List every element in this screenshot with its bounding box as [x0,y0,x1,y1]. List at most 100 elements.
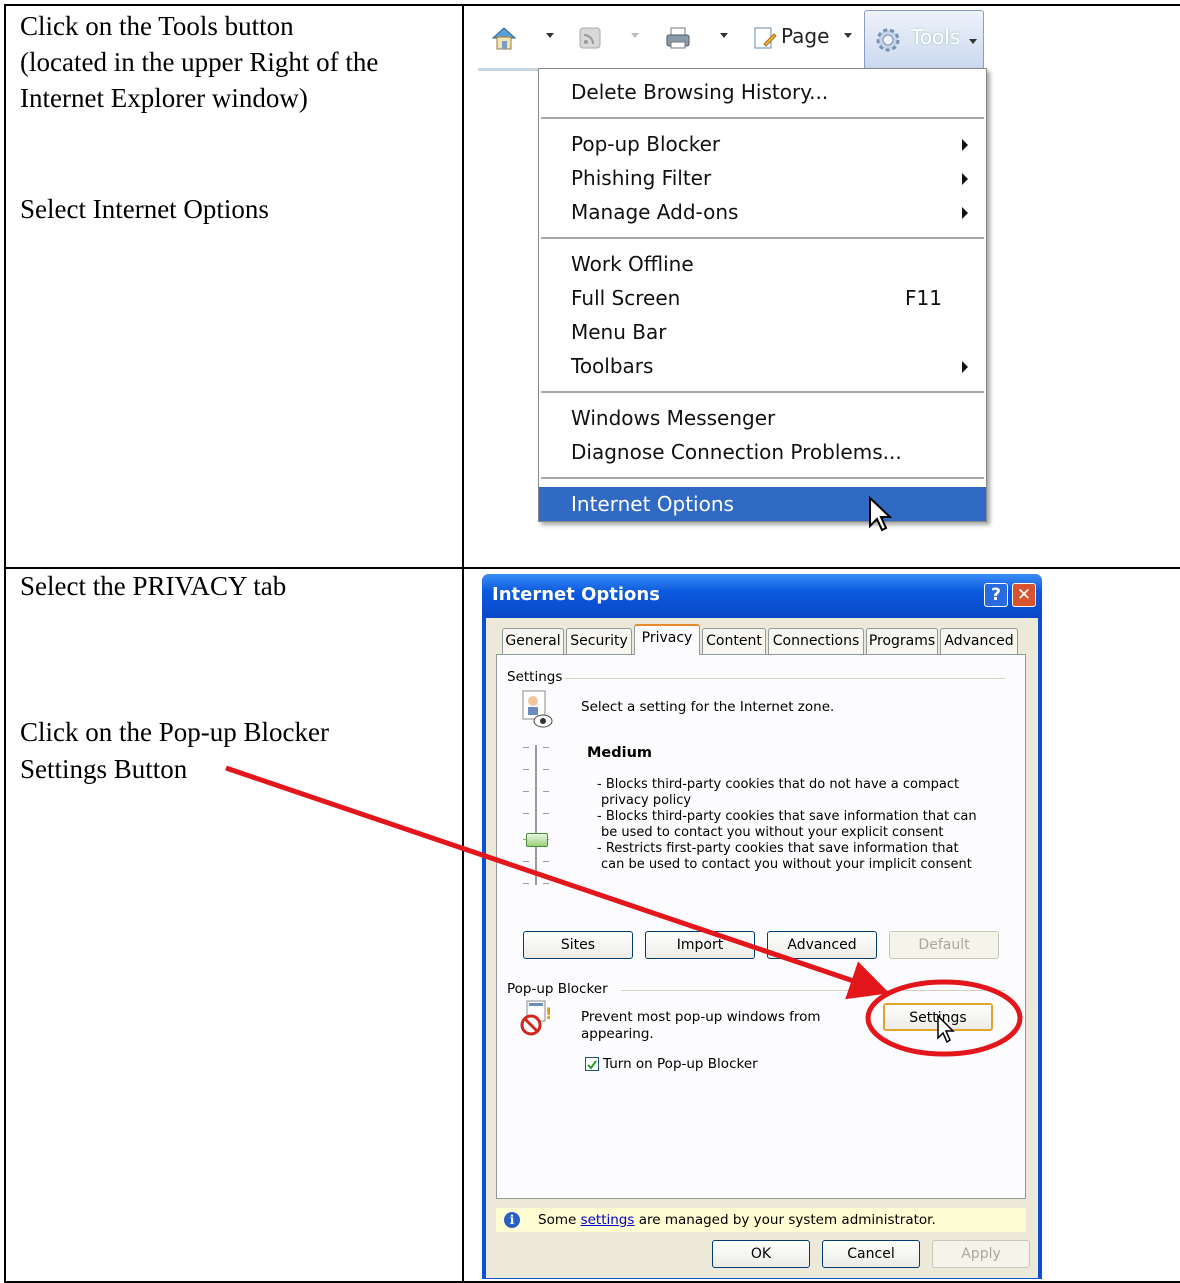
dialog-title: Internet Options [492,584,660,605]
table-row-divider [4,567,1180,569]
chevron-down-icon[interactable] [844,33,852,38]
tools-menu: Delete Browsing History... Pop-up Blocke… [538,68,987,522]
print-icon[interactable] [664,24,692,52]
chevron-down-icon[interactable] [720,33,728,38]
tab-connections[interactable]: Connections [768,628,864,654]
svg-text:!: ! [545,1004,552,1023]
popup-blocker-checkbox[interactable] [585,1057,599,1071]
tab-privacy[interactable]: Privacy [634,624,700,655]
privacy-slider-thumb[interactable] [526,833,548,847]
dialog-titlebar[interactable]: Internet Options ? ✕ [482,574,1042,618]
tab-security[interactable]: Security [566,628,632,654]
instruction-row1-line3: Internet Explorer window) [20,83,308,113]
help-button[interactable]: ? [984,583,1008,607]
instruction-row2-line2: Click on the Pop-up Blocker [20,717,329,747]
tab-programs[interactable]: Programs [866,628,938,654]
info-text-prefix: Some [538,1212,581,1228]
menu-separator [541,477,984,479]
slider-tick [543,861,549,862]
sites-button[interactable]: Sites [523,931,633,959]
menu-item-delete-browsing-history[interactable]: Delete Browsing History... [539,75,986,109]
menu-item-full-screen[interactable]: Full Screen F11 [539,281,986,315]
slider-tick [523,813,529,814]
privacy-zone-icon [519,689,553,734]
info-settings-link[interactable]: settings [581,1212,635,1228]
slider-tick [523,861,529,862]
tab-advanced[interactable]: Advanced [940,628,1018,654]
page-icon[interactable] [750,24,778,52]
menu-item-label: Manage Add-ons [571,200,739,224]
slider-tick [523,747,529,748]
menu-item-popup-blocker[interactable]: Pop-up Blocker [539,127,986,161]
apply-button[interactable]: Apply [932,1240,1030,1268]
instruction-row2-line1: Select the PRIVACY tab [20,571,287,601]
ie-command-bar: Page Tools [478,10,990,71]
checkmark-icon [587,1060,597,1070]
menu-item-menu-bar[interactable]: Menu Bar [539,315,986,349]
settings-group-label: Settings [507,669,563,685]
menu-item-label: Work Offline [571,252,694,276]
admin-info-bar: i Some settings are managed by your syst… [496,1208,1026,1232]
menu-item-shortcut: F11 [905,286,942,310]
cancel-button[interactable]: Cancel [822,1240,920,1268]
menu-item-manage-add-ons[interactable]: Manage Add-ons [539,195,986,229]
menu-separator [541,117,984,119]
menu-item-label: Toolbars [571,354,654,378]
slider-tick [543,747,549,748]
privacy-description-line: privacy policy [601,793,692,808]
advanced-button[interactable]: Advanced [767,931,877,959]
slider-tick [523,883,529,884]
chevron-down-icon [969,39,977,44]
group-divider [565,678,1005,679]
menu-item-work-offline[interactable]: Work Offline [539,247,986,281]
close-button[interactable]: ✕ [1012,583,1036,607]
menu-item-label: Delete Browsing History... [571,80,829,104]
slider-tick [543,813,549,814]
toolbar-bottom-edge [478,68,538,71]
menu-separator [541,391,984,393]
popup-blocker-checkbox-label: Turn on Pop-up Blocker [603,1056,758,1072]
privacy-description-line: - Blocks third-party cookies that save i… [597,809,977,824]
menu-item-phishing-filter[interactable]: Phishing Filter [539,161,986,195]
slider-tick [523,769,529,770]
popup-blocker-icon: ! [519,999,555,1042]
zone-description: Select a setting for the Internet zone. [581,699,835,715]
menu-item-label: Menu Bar [571,320,667,344]
menu-item-label: Internet Options [571,492,734,516]
submenu-arrow-icon [962,361,968,373]
menu-item-diagnose-connection[interactable]: Diagnose Connection Problems... [539,435,986,469]
privacy-level: Medium [587,745,653,761]
tools-button[interactable]: Tools [864,10,984,70]
info-icon: i [504,1212,520,1228]
slider-tick [543,883,549,884]
menu-item-toolbars[interactable]: Toolbars [539,349,986,383]
slider-tick [523,791,529,792]
table-border-top [4,4,1180,6]
feeds-icon[interactable] [576,24,604,52]
default-button[interactable]: Default [889,931,999,959]
tab-content[interactable]: Content [702,628,766,654]
instruction-row1-line4: Select Internet Options [20,194,269,224]
privacy-panel: Settings Select a setting for the Intern… [496,654,1026,1199]
home-icon[interactable] [490,24,518,52]
menu-item-label: Full Screen [571,286,681,310]
table-column-divider [462,4,464,1283]
chevron-down-icon[interactable] [546,33,554,38]
slider-tick [543,769,549,770]
admin-info-text: Some settings are managed by your system… [538,1212,936,1228]
privacy-description-line: - Restricts first-party cookies that sav… [597,841,959,856]
menu-item-internet-options[interactable]: Internet Options [539,487,986,521]
dialog-body: General Security Privacy Content Connect… [486,618,1038,1278]
import-button[interactable]: Import [645,931,755,959]
instruction-row1-line2: (located in the upper Right of the [20,47,379,77]
page-menu-label[interactable]: Page [781,24,829,48]
tab-general[interactable]: General [502,628,564,654]
privacy-slider-track[interactable] [535,745,537,885]
slider-tick [543,791,549,792]
ok-button[interactable]: OK [712,1240,810,1268]
privacy-description-line: - Blocks third-party cookies that do not… [597,777,960,792]
menu-item-windows-messenger[interactable]: Windows Messenger [539,401,986,435]
submenu-arrow-icon [962,207,968,219]
gear-icon [873,25,901,53]
chevron-down-icon[interactable] [631,33,639,38]
